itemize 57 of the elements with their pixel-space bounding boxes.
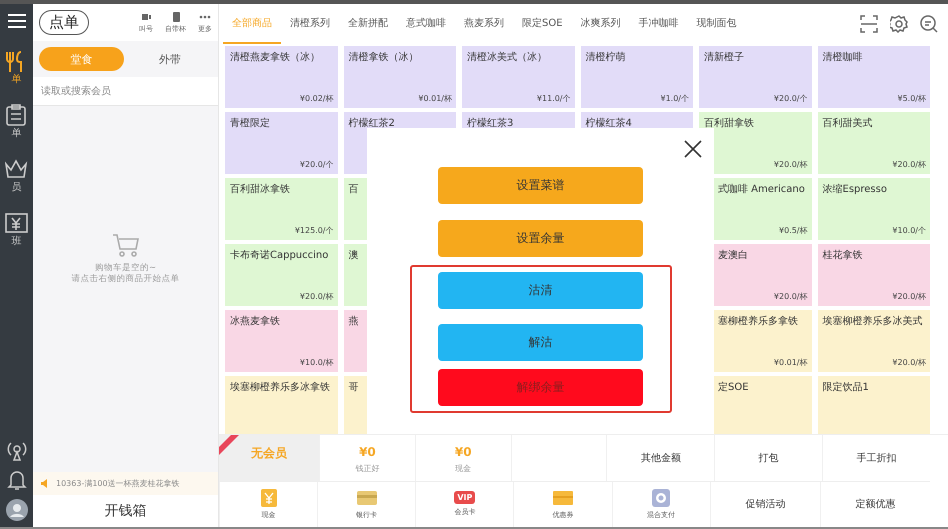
- category-tab[interactable]: 手冲咖啡: [630, 4, 688, 44]
- product-tile[interactable]: 桂花拿铁 ¥20.0/杯: [818, 244, 930, 306]
- dialog-button[interactable]: 沽清: [438, 272, 643, 309]
- dialog-button[interactable]: 设置余量: [438, 220, 643, 257]
- settings-icon[interactable]: [890, 15, 908, 33]
- menu-icon[interactable]: [8, 14, 26, 28]
- order-button[interactable]: 点单: [39, 10, 89, 35]
- vip-icon[interactable]: VIP: [454, 491, 476, 504]
- signal-icon[interactable]: [6, 441, 26, 461]
- product-tile[interactable]: 埃塞柳橙养乐多冰拿铁: [225, 376, 338, 434]
- empty-cart-message: 购物车是空的~ 请点击右侧的商品开始点单: [72, 262, 180, 286]
- cash-drawer-button[interactable]: 开钱箱: [33, 495, 218, 527]
- amount-value: ¥0: [454, 445, 472, 459]
- nav-item[interactable]: 员: [4, 158, 28, 194]
- nav-item[interactable]: 班: [4, 212, 28, 248]
- scan-icon[interactable]: [860, 15, 878, 33]
- product-tile[interactable]: 青橙限定 ¥20.0/个: [225, 112, 338, 174]
- cash-icon: [4, 212, 28, 234]
- product-tile[interactable]: 埃塞柳橙养乐多冰美式 ¥20.0/杯: [818, 310, 930, 372]
- product-tile[interactable]: 清新橙子 ¥20.0/个: [699, 46, 812, 108]
- close-icon[interactable]: [684, 140, 702, 158]
- nav-item[interactable]: 单: [4, 104, 28, 140]
- ribbon-icon: [219, 435, 241, 457]
- category-tab[interactable]: 冰爽系列: [572, 4, 630, 44]
- product-tile[interactable]: 清橙咖啡 ¥5.0/杯: [818, 46, 930, 108]
- product-tile[interactable]: 百利甜美式 ¥20.0/杯: [818, 112, 930, 174]
- bell-icon[interactable]: [6, 469, 26, 491]
- category-tab[interactable]: 意式咖啡: [397, 4, 455, 44]
- product-tile[interactable]: 清橙拿铁（冰） ¥0.01/杯: [344, 46, 456, 108]
- nav-item[interactable]: 单: [4, 50, 28, 86]
- product-tile[interactable]: 清橙冰美式（冰） ¥11.0/个: [462, 46, 574, 108]
- product-tile[interactable]: 卡布奇诺Cappuccino ¥20.0/杯: [225, 244, 338, 306]
- product-tile[interactable]: 冰燕麦拿铁 ¥10.0/杯: [225, 310, 338, 372]
- promotion-notice: 10363-满100送一杯燕麦桂花拿铁: [56, 478, 180, 489]
- product-tile[interactable]: 清橙燕麦拿铁（冰） ¥0.02/杯: [225, 46, 338, 108]
- dialog-button[interactable]: 设置菜谱: [438, 167, 643, 204]
- product-tile[interactable]: 浓缩Espresso ¥10.0/个: [818, 178, 930, 240]
- amount-label: 现金: [455, 463, 472, 474]
- category-tab[interactable]: 限定SOE: [513, 4, 572, 44]
- amount-label: 钱正好: [355, 463, 380, 474]
- cart-icon: [112, 232, 140, 257]
- category-tab[interactable]: 全新拼配: [339, 4, 397, 44]
- product-tile[interactable]: 百利甜拿铁 ¥20.0/杯: [699, 112, 812, 174]
- clipboard-icon: [4, 104, 28, 126]
- product-tile[interactable]: 限定饮品1: [818, 376, 930, 434]
- product-tile[interactable]: 百利甜冰拿铁 ¥125.0/个: [225, 178, 338, 240]
- dialog-button[interactable]: 解沽: [438, 324, 643, 361]
- product-tile[interactable]: 清橙柠萌 ¥1.0/个: [580, 46, 693, 108]
- member-search-field[interactable]: 读取或搜索会员: [33, 77, 218, 106]
- avatar-icon[interactable]: [6, 499, 28, 521]
- dine-tab[interactable]: 外带: [128, 47, 212, 71]
- search-icon[interactable]: [920, 15, 938, 33]
- amount-value: ¥0: [359, 445, 376, 459]
- category-tab[interactable]: 燕麦系列: [455, 4, 513, 44]
- category-tab[interactable]: 现制面包: [688, 4, 746, 44]
- crown-icon: [4, 158, 28, 180]
- category-tab[interactable]: 清橙系列: [281, 4, 339, 44]
